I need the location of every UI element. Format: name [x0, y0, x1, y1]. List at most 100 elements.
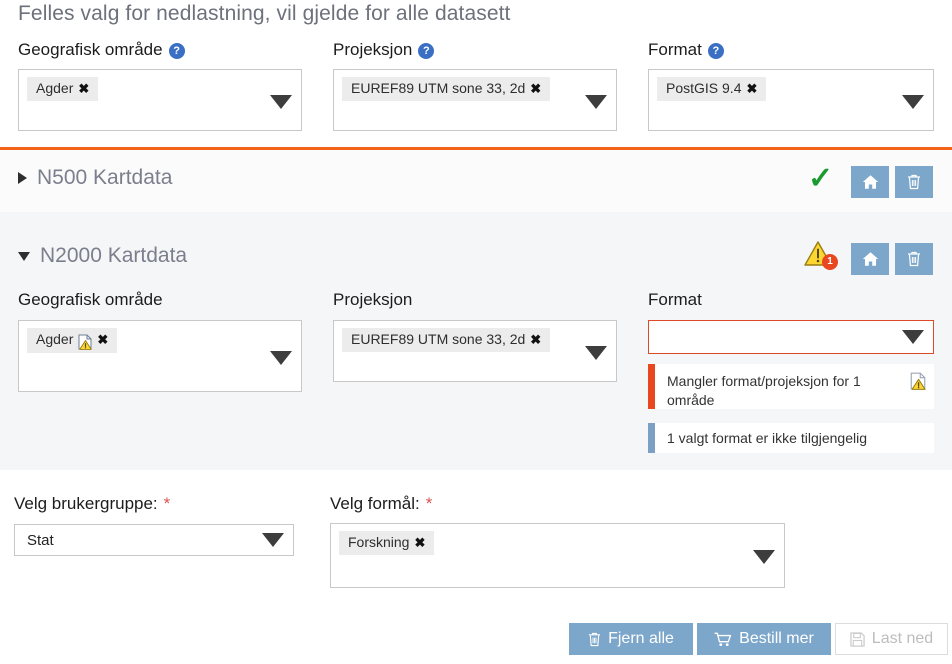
status-ok-icon: ✓: [808, 162, 834, 195]
chevron-right-icon[interactable]: [18, 172, 27, 184]
dataset-delete-button-n2000[interactable]: [895, 243, 933, 275]
download-options-page: Felles valg for nedlastning, vil gjelde …: [0, 0, 952, 664]
n2000-projection-label: Projeksjon: [333, 290, 412, 310]
chevron-down-icon[interactable]: [902, 330, 924, 344]
chevron-down-icon[interactable]: [18, 251, 30, 261]
common-geo-label: Geografisk område ?: [18, 40, 185, 60]
chip-remove-icon[interactable]: ✖: [746, 81, 757, 96]
n2000-geo-label: Geografisk område: [18, 290, 163, 310]
required-marker: *: [163, 494, 171, 513]
document-warning-icon: [78, 334, 93, 350]
chevron-down-icon[interactable]: [585, 346, 607, 360]
chevron-down-icon[interactable]: [753, 550, 775, 564]
chip[interactable]: Agder ✖: [27, 328, 118, 353]
remove-all-button[interactable]: Fjern alle: [569, 623, 693, 655]
chip-label: PostGIS 9.4: [666, 80, 742, 96]
chip-list: EUREF89 UTM sone 33, 2d ✖: [334, 321, 616, 353]
chip-remove-icon[interactable]: ✖: [530, 332, 541, 347]
usergroup-label-text: Velg brukergruppe:: [14, 494, 158, 513]
chip-label: Agder: [36, 331, 74, 348]
dataset-home-button-n500[interactable]: [851, 166, 889, 198]
home-icon: [862, 252, 878, 266]
page-title: Felles valg for nedlastning, vil gjelde …: [18, 2, 511, 25]
chip[interactable]: Agder ✖: [27, 77, 99, 102]
dataset-title-n2000[interactable]: N2000 Kartdata: [18, 244, 187, 268]
chip[interactable]: Forskning ✖: [339, 531, 435, 556]
n2000-geo-select[interactable]: Agder ✖: [18, 320, 302, 392]
dataset-name: N2000 Kartdata: [40, 244, 188, 267]
chip-remove-icon[interactable]: ✖: [530, 81, 541, 96]
order-more-button[interactable]: Bestill mer: [697, 623, 831, 655]
shopping-cart-icon: [714, 632, 732, 646]
common-geo-label-text: Geografisk område: [18, 40, 163, 59]
trash-icon: [908, 251, 920, 267]
chip-list: EUREF89 UTM sone 33, 2d ✖: [334, 70, 616, 102]
n2000-projection-select[interactable]: EUREF89 UTM sone 33, 2d ✖: [333, 320, 617, 382]
chevron-down-icon[interactable]: [902, 95, 924, 109]
n2000-format-label-text: Format: [648, 290, 702, 309]
n2000-geo-label-text: Geografisk område: [18, 290, 163, 309]
chevron-down-icon[interactable]: [585, 95, 607, 109]
help-icon[interactable]: ?: [707, 43, 724, 59]
format-info-message: 1 valgt format er ikke tilgjengelig: [648, 423, 934, 453]
common-format-label-text: Format: [648, 40, 702, 59]
chevron-down-icon[interactable]: [270, 95, 292, 109]
common-projection-label-text: Projeksjon: [333, 40, 413, 59]
purpose-select[interactable]: Forskning ✖: [330, 523, 785, 588]
home-icon: [862, 175, 878, 189]
common-projection-label: Projeksjon ?: [333, 40, 435, 60]
trash-icon: [589, 632, 601, 646]
purpose-label: Velg formål: *: [330, 494, 432, 514]
chip-list: PostGIS 9.4 ✖: [649, 70, 933, 102]
n2000-format-select[interactable]: [648, 320, 934, 354]
dataset-name: N500 Kartdata: [37, 166, 173, 189]
remove-all-label: Fjern alle: [608, 630, 674, 647]
common-geo-select[interactable]: Agder ✖: [18, 69, 302, 131]
chip-remove-icon[interactable]: ✖: [97, 332, 108, 347]
chip-label: Agder: [36, 80, 74, 96]
status-warning-icon: 1: [803, 240, 838, 270]
chip-label: EUREF89 UTM sone 33, 2d: [351, 331, 526, 347]
chip-list: Agder ✖: [19, 321, 301, 353]
chevron-down-icon[interactable]: [262, 533, 284, 547]
usergroup-select[interactable]: Stat: [14, 524, 294, 556]
usergroup-value: Stat: [27, 531, 54, 549]
chip[interactable]: EUREF89 UTM sone 33, 2d ✖: [342, 77, 551, 102]
dataset-home-button-n2000[interactable]: [851, 243, 889, 275]
dataset-panel-n2000: N2000 Kartdata 1 Geografisk område Agder…: [0, 212, 952, 470]
chip-list: Agder ✖: [19, 70, 301, 102]
download-button[interactable]: Last ned: [835, 623, 948, 655]
chip-remove-icon[interactable]: ✖: [414, 535, 425, 550]
usergroup-label: Velg brukergruppe: *: [14, 494, 170, 514]
help-icon[interactable]: ?: [418, 43, 435, 59]
dataset-delete-button-n500[interactable]: [895, 166, 933, 198]
chip-label: EUREF89 UTM sone 33, 2d: [351, 80, 526, 96]
document-warning-glyph: [78, 334, 93, 350]
document-warning-glyph: [910, 372, 926, 390]
dataset-title-n500[interactable]: N500 Kartdata: [18, 166, 172, 190]
download-label: Last ned: [871, 630, 934, 647]
purpose-label-text: Velg formål:: [330, 494, 420, 513]
format-error-text: Mangler format/projeksjon for 1 område: [667, 373, 861, 408]
common-format-select[interactable]: PostGIS 9.4 ✖: [648, 69, 934, 131]
help-icon[interactable]: ?: [168, 43, 185, 59]
order-more-label: Bestill mer: [739, 630, 814, 647]
chip-label: Forskning: [348, 534, 410, 550]
required-marker: *: [425, 494, 433, 513]
trash-icon: [908, 174, 920, 190]
format-error-message: Mangler format/projeksjon for 1 område: [648, 364, 934, 409]
chip[interactable]: EUREF89 UTM sone 33, 2d ✖: [342, 328, 551, 353]
chevron-down-icon[interactable]: [270, 351, 292, 365]
chip-remove-icon[interactable]: ✖: [78, 81, 89, 96]
chip[interactable]: PostGIS 9.4 ✖: [657, 77, 767, 102]
save-disk-icon: [850, 631, 865, 647]
common-projection-select[interactable]: EUREF89 UTM sone 33, 2d ✖: [333, 69, 617, 131]
chip-list: Forskning ✖: [331, 524, 784, 556]
warning-count-badge: 1: [822, 254, 838, 270]
document-warning-icon: [910, 364, 934, 390]
common-format-label: Format ?: [648, 40, 724, 60]
format-info-text: 1 valgt format er ikke tilgjengelig: [667, 429, 867, 446]
n2000-projection-label-text: Projeksjon: [333, 290, 413, 309]
n2000-format-label: Format: [648, 290, 702, 310]
dataset-row-n500: N500 Kartdata ✓: [0, 150, 952, 212]
